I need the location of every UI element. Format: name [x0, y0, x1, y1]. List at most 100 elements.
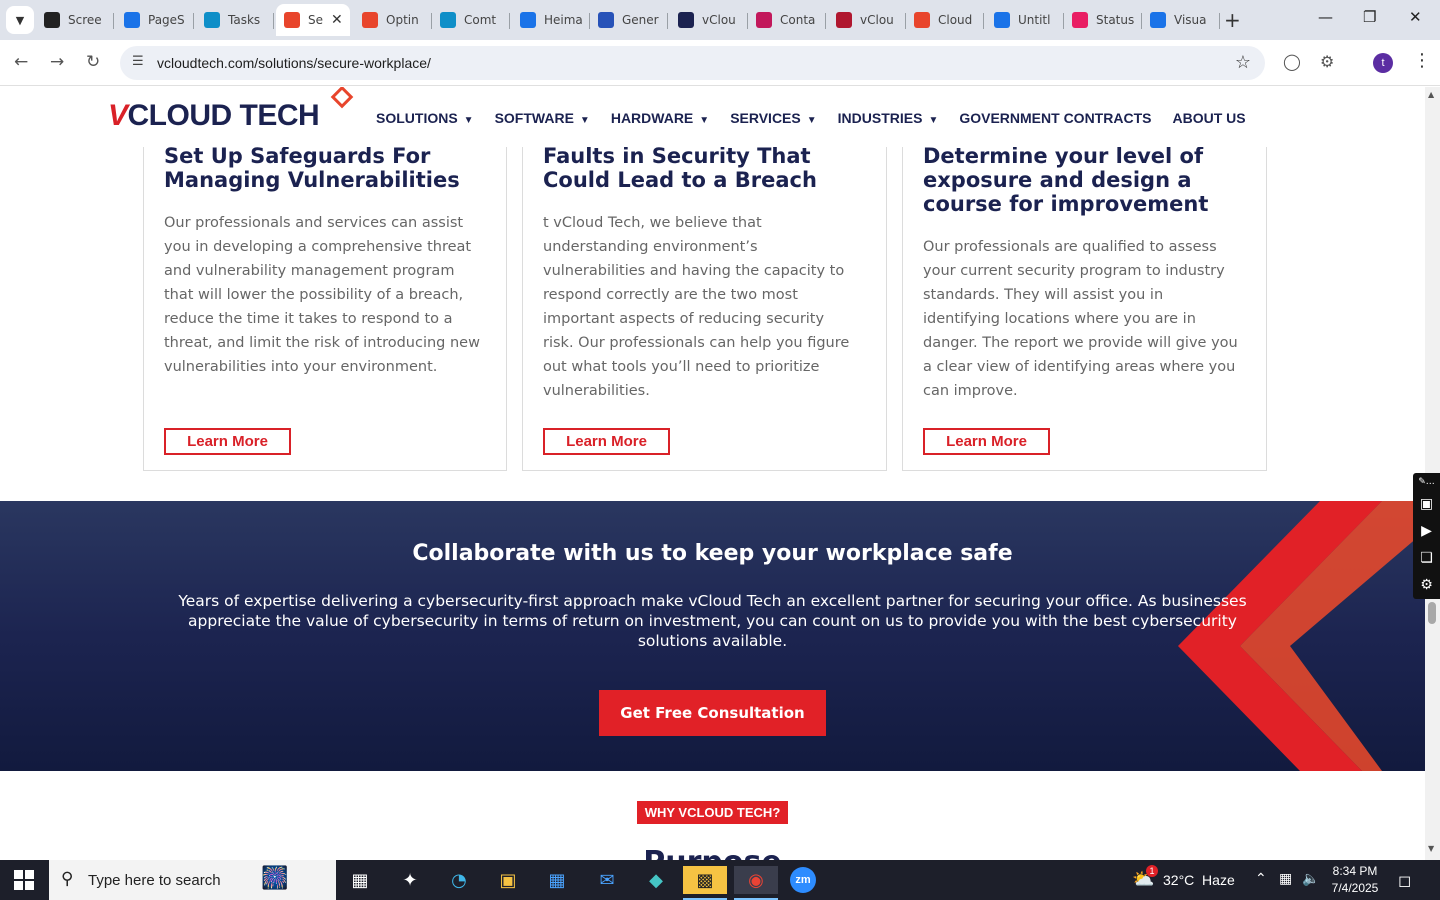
why-badge: WHY VCLOUD TECH?: [637, 801, 788, 824]
nav-item-hardware[interactable]: HARDWARE ▼: [611, 110, 709, 126]
tab-separator: [589, 13, 590, 29]
nav-item-label: SOLUTIONS: [376, 110, 458, 126]
window-icon[interactable]: ❏: [1413, 545, 1440, 572]
docs-icon: [994, 12, 1010, 28]
cta-text: Years of expertise delivering a cybersec…: [178, 592, 1247, 650]
translate-icon[interactable]: ◯: [1283, 52, 1301, 71]
browser-tab[interactable]: Cloud: [914, 4, 984, 36]
show-hidden-icons-icon[interactable]: ⌃: [1255, 870, 1267, 887]
edge-icon[interactable]: ◔: [442, 866, 476, 894]
browser-tab[interactable]: Status: [1072, 4, 1142, 36]
forward-icon[interactable]: →: [50, 52, 64, 72]
browser-tab[interactable]: Scree: [44, 4, 114, 36]
bookmark-star-icon[interactable]: ☆: [1235, 52, 1251, 73]
store-icon[interactable]: ▦: [540, 866, 574, 894]
network-icon[interactable]: ▦: [1279, 870, 1292, 887]
browser-tab[interactable]: Conta: [756, 4, 826, 36]
taskbar-search[interactable]: ⚲ Type here to search 🎆: [49, 860, 336, 900]
tab-label: PageS: [148, 13, 185, 27]
chrome-icon[interactable]: ◉: [734, 866, 778, 900]
get-free-consultation-button[interactable]: Get Free Consultation: [599, 690, 826, 736]
nav-item-services[interactable]: SERVICES ▼: [730, 110, 816, 126]
notifications-icon[interactable]: ◻: [1398, 871, 1411, 890]
camera-icon[interactable]: ▣: [1413, 491, 1440, 518]
browser-tab[interactable]: PageS: [124, 4, 194, 36]
weather-text: 32°C Haze: [1163, 872, 1235, 888]
nav-item-solutions[interactable]: SOLUTIONS ▼: [376, 110, 474, 126]
extensions-icon[interactable]: ⚙: [1320, 52, 1334, 71]
vcloud-icon: [284, 12, 300, 28]
contact-icon: [756, 12, 772, 28]
tab-label: vClou: [702, 13, 736, 27]
tab-label: Optin: [386, 13, 419, 27]
system-clock[interactable]: 8:34 PM 7/4/2025: [1325, 863, 1385, 897]
tab-separator: [1219, 13, 1220, 29]
weather-badge: 1: [1146, 865, 1158, 877]
caret-down-icon: ▼: [463, 115, 474, 126]
tab-search-button[interactable]: ▼: [6, 6, 34, 34]
copilot-icon[interactable]: ✦: [393, 866, 427, 894]
browser-tab[interactable]: Se ✕: [276, 4, 350, 36]
zoom-icon[interactable]: zm: [786, 866, 820, 894]
search-icon: ⚲: [61, 869, 74, 889]
nav-item-government-contracts[interactable]: GOVERNMENT CONTRACTS: [959, 110, 1151, 126]
browser-tab[interactable]: Tasks: [204, 4, 274, 36]
site-info-icon[interactable]: ☰: [132, 54, 144, 69]
nav-item-about-us[interactable]: ABOUT US: [1172, 110, 1245, 126]
profile-avatar[interactable]: t: [1373, 53, 1393, 73]
close-tab-icon[interactable]: ✕: [331, 12, 343, 28]
volume-icon[interactable]: 🔈: [1302, 870, 1319, 887]
web-page: VCLOUD TECH SOLUTIONS ▼ SOFTWARE ▼ HARDWARE ▼…: [0, 87, 1425, 860]
task-view-icon[interactable]: ▦: [343, 866, 377, 894]
settings-gear-icon[interactable]: ⚙: [1413, 572, 1440, 599]
video-icon[interactable]: ▶: [1413, 518, 1440, 545]
url-text[interactable]: vcloudtech.com/solutions/secure-workplac…: [157, 55, 431, 71]
pagespeed-icon: [124, 12, 140, 28]
reload-icon[interactable]: ↻: [86, 52, 100, 72]
browser-tab[interactable]: Heima: [520, 4, 590, 36]
restore-button[interactable]: ❐: [1363, 8, 1376, 26]
learn-more-button[interactable]: Learn More: [543, 428, 670, 455]
sticky-notes-icon[interactable]: ▩: [683, 866, 727, 900]
address-bar[interactable]: ☰ vcloudtech.com/solutions/secure-workpl…: [120, 46, 1265, 80]
tab-label: Heima: [544, 13, 583, 27]
scroll-down-icon[interactable]: ▼: [1428, 844, 1434, 853]
nav-item-industries[interactable]: INDUSTRIES ▼: [838, 110, 939, 126]
tab-label: Untitl: [1018, 13, 1051, 27]
start-button[interactable]: [14, 870, 34, 894]
browser-tab[interactable]: Gener: [598, 4, 668, 36]
browser-tab[interactable]: Comt: [440, 4, 510, 36]
tab-label: Conta: [780, 13, 816, 27]
tab-label: Comt: [464, 13, 497, 27]
new-tab-button[interactable]: +: [1224, 8, 1241, 32]
browser-tab[interactable]: Untitl: [994, 4, 1064, 36]
browser-tab[interactable]: vClou: [836, 4, 906, 36]
scroll-thumb[interactable]: [1428, 602, 1436, 624]
file-explorer-icon[interactable]: ▣: [491, 866, 525, 894]
heimdal-icon: [520, 12, 536, 28]
nav-item-software[interactable]: SOFTWARE ▼: [495, 110, 590, 126]
browser-toolbar: ← → ↻ ☰ vcloudtech.com/solutions/secure-…: [0, 40, 1440, 86]
learn-more-button[interactable]: Learn More: [923, 428, 1050, 455]
menu-kebab-icon[interactable]: ⋮: [1413, 50, 1431, 71]
app-diamond-icon[interactable]: ◆: [639, 866, 673, 894]
browser-tab[interactable]: Visua: [1150, 4, 1220, 36]
card-faults: Faults in Security That Could Lead to a …: [522, 137, 887, 471]
scroll-up-icon[interactable]: ▲: [1428, 90, 1434, 99]
back-icon[interactable]: ←: [14, 52, 28, 72]
logo-v: V: [108, 99, 128, 132]
tab-separator: [273, 13, 274, 29]
caret-down-icon: ▼: [928, 115, 939, 126]
purpose-heading: Purpose: [0, 845, 1425, 860]
tab-separator: [509, 13, 510, 29]
browser-tab[interactable]: Optin: [362, 4, 432, 36]
browser-tab[interactable]: vClou: [678, 4, 748, 36]
vcloud-logo[interactable]: VCLOUD TECH: [108, 87, 354, 133]
tab-separator: [983, 13, 984, 29]
minimize-button[interactable]: —: [1318, 8, 1333, 26]
tab-label: Se: [308, 13, 323, 27]
learn-more-button[interactable]: Learn More: [164, 428, 291, 455]
close-window-button[interactable]: ✕: [1409, 8, 1422, 26]
feature-cards: Set Up Safeguards For Managing Vulnerabi…: [143, 137, 1267, 471]
mail-icon[interactable]: ✉: [590, 866, 624, 894]
